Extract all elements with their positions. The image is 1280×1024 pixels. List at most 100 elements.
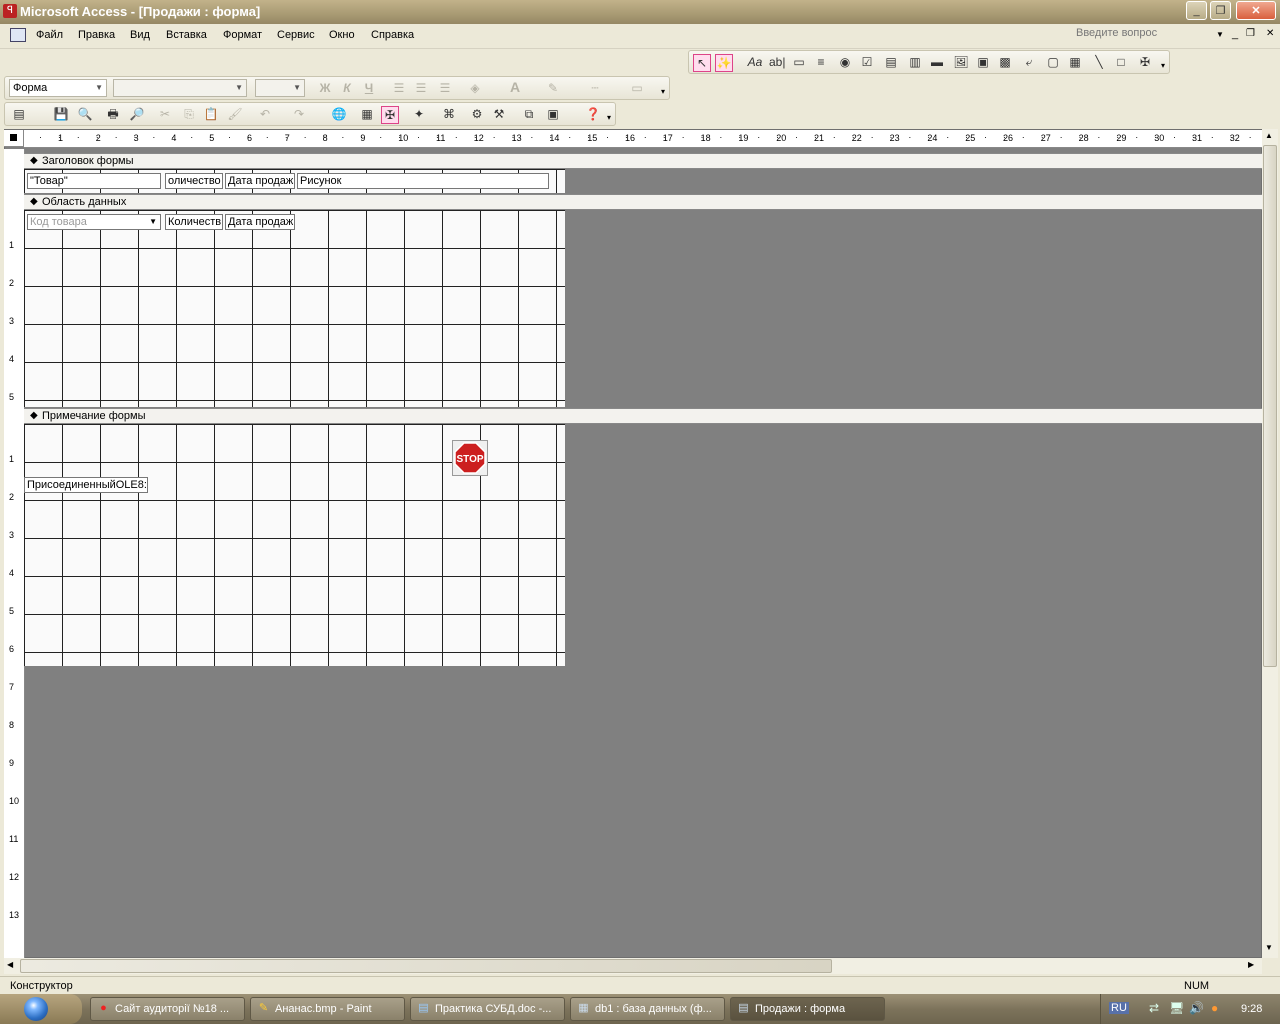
scroll-right-icon[interactable]: ▶ bbox=[1248, 960, 1254, 969]
detail-grid[interactable] bbox=[24, 210, 565, 407]
menu-help[interactable]: Справка bbox=[371, 29, 414, 41]
menu-view[interactable]: Вид bbox=[130, 29, 150, 41]
scroll-down-icon[interactable]: ▼ bbox=[1265, 943, 1273, 952]
help-icon[interactable]: ❓ bbox=[585, 106, 601, 122]
autoformat-icon[interactable]: ✦ bbox=[411, 106, 427, 122]
clock[interactable]: 9:28 bbox=[1241, 1003, 1262, 1015]
scroll-left-icon[interactable]: ◀ bbox=[7, 960, 13, 969]
option-button-icon[interactable]: ◉ bbox=[837, 54, 853, 70]
title-bar[interactable]: ꟼ Microsoft Access - [Продажи : форма] _… bbox=[0, 0, 1280, 24]
ask-dropdown-icon[interactable]: ▼ bbox=[1216, 30, 1224, 39]
print-icon[interactable]: 🖶 bbox=[105, 106, 121, 122]
access-app-icon[interactable]: ꟼ bbox=[3, 4, 17, 18]
volume-icon[interactable]: 🔊 bbox=[1189, 1001, 1204, 1015]
form-window-icon[interactable] bbox=[10, 28, 26, 42]
align-right-icon[interactable]: ☰ bbox=[437, 80, 453, 96]
toolbar-options-icon[interactable]: ▾ bbox=[607, 113, 611, 122]
taskbar-item-form[interactable]: ▤ Продажи : форма bbox=[730, 997, 885, 1021]
option-group-icon[interactable]: ▭ bbox=[791, 54, 807, 70]
redo-icon[interactable]: ↷ bbox=[291, 106, 307, 122]
undo-icon[interactable]: ↶ bbox=[257, 106, 273, 122]
cut-icon[interactable]: ✂ bbox=[157, 106, 173, 122]
menu-file[interactable]: Файл bbox=[36, 29, 63, 41]
section-bar-form-header[interactable]: ◆ Заголовок формы bbox=[24, 153, 1262, 169]
print-preview-icon[interactable]: 🔎 bbox=[129, 106, 145, 122]
sale-date-textbox[interactable]: Дата продаж bbox=[225, 214, 295, 230]
header-label-quantity[interactable]: оличество bbox=[165, 173, 223, 189]
quantity-textbox[interactable]: Количеств bbox=[165, 214, 223, 230]
ask-question-input[interactable]: Введите вопрос bbox=[1076, 27, 1226, 43]
font-size-combo[interactable]: ▼ bbox=[255, 79, 305, 97]
opera-tray-icon[interactable]: ● bbox=[1211, 1001, 1218, 1015]
scroll-up-icon[interactable]: ▲ bbox=[1265, 131, 1273, 140]
subform-icon[interactable]: ▦ bbox=[1067, 54, 1083, 70]
save-icon[interactable]: 💾 bbox=[53, 106, 69, 122]
label-icon[interactable]: Aa bbox=[747, 54, 763, 70]
control-wizards-icon[interactable]: ✨ bbox=[715, 54, 733, 72]
search-icon[interactable]: 🔍 bbox=[77, 106, 93, 122]
combo-box-icon[interactable]: ▤ bbox=[883, 54, 899, 70]
bound-ole-label[interactable]: ПрисоединенныйOLE8: bbox=[24, 477, 148, 493]
doc-restore-button[interactable]: ❐ bbox=[1246, 28, 1255, 39]
rectangle-icon[interactable]: □ bbox=[1113, 54, 1129, 70]
horizontal-scroll-thumb[interactable] bbox=[20, 959, 832, 973]
menu-tools[interactable]: Сервис bbox=[277, 29, 315, 41]
format-painter-icon[interactable]: 🖌 bbox=[227, 106, 243, 122]
horizontal-ruler[interactable]: 1 2 3 4 5 6 7 8 9 10 11 12 13 14 15 16 17 18 19 20 21 22 23 24 2… bbox=[24, 130, 1262, 148]
section-bar-form-footer[interactable]: ◆ Примечание формы bbox=[24, 408, 1262, 424]
header-label-sale-date[interactable]: Дата продажи bbox=[225, 173, 295, 189]
network-icon[interactable]: ⇄ bbox=[1149, 1001, 1159, 1015]
more-controls-icon[interactable]: ✠ bbox=[1137, 54, 1153, 70]
copy-icon[interactable]: ⎘ bbox=[181, 106, 197, 122]
toolbar-options-icon[interactable]: ▾ bbox=[1161, 61, 1165, 70]
tab-control-icon[interactable]: ▢ bbox=[1045, 54, 1061, 70]
taskbar-item-opera[interactable]: ● Сайт аудиторії №18 ... bbox=[90, 997, 245, 1021]
list-box-icon[interactable]: ▥ bbox=[907, 54, 923, 70]
database-window-icon[interactable]: ⧉ bbox=[521, 106, 537, 122]
start-button[interactable] bbox=[0, 994, 82, 1024]
section-bar-detail[interactable]: ◆ Область данных bbox=[24, 194, 1262, 210]
properties-icon[interactable]: ⚙ bbox=[469, 106, 485, 122]
vertical-scrollbar[interactable]: ▲ ▼ bbox=[1262, 129, 1278, 958]
build-icon[interactable]: ⚒ bbox=[491, 106, 507, 122]
hyperlink-icon[interactable]: 🌐 bbox=[331, 106, 347, 122]
view-icon[interactable]: ▤ bbox=[11, 106, 27, 122]
bold-icon[interactable]: Ж bbox=[317, 80, 333, 96]
display-icon[interactable]: 🖥 bbox=[1169, 1001, 1184, 1015]
bound-object-icon[interactable]: ▩ bbox=[997, 54, 1013, 70]
language-indicator[interactable]: RU bbox=[1109, 1002, 1129, 1014]
underline-icon[interactable]: Ч bbox=[361, 80, 377, 96]
menu-window[interactable]: Окно bbox=[329, 29, 355, 41]
textbox-icon[interactable]: ab| bbox=[769, 54, 785, 70]
horizontal-scrollbar[interactable]: ◀ ▶ bbox=[4, 958, 1262, 974]
unbound-object-icon[interactable]: ▣ bbox=[975, 54, 991, 70]
command-button-icon[interactable]: ▬ bbox=[929, 54, 945, 70]
image-icon[interactable]: 🖼 bbox=[953, 54, 969, 70]
header-label-picture[interactable]: Рисунок bbox=[297, 173, 549, 189]
code-icon[interactable]: ⌘ bbox=[441, 106, 457, 122]
line-icon[interactable]: ╲ bbox=[1091, 54, 1107, 70]
new-object-icon[interactable]: ▣ bbox=[545, 106, 561, 122]
align-left-icon[interactable]: ☰ bbox=[391, 80, 407, 96]
form-selector[interactable] bbox=[4, 130, 24, 147]
vertical-scroll-thumb[interactable] bbox=[1263, 145, 1277, 667]
align-center-icon[interactable]: ☰ bbox=[413, 80, 429, 96]
toggle-button-icon[interactable]: ≡ bbox=[813, 54, 829, 70]
object-selector-combo[interactable]: Форма ▼ bbox=[9, 79, 107, 97]
line-color-icon[interactable]: ✎ bbox=[545, 80, 561, 96]
taskbar-item-word[interactable]: ▤ Практика СУБД.doc -... bbox=[410, 997, 565, 1021]
minimize-button[interactable]: _ bbox=[1186, 1, 1207, 20]
select-objects-icon[interactable]: ↖ bbox=[693, 54, 711, 72]
toolbar-options-icon[interactable]: ▾ bbox=[661, 87, 665, 96]
italic-icon[interactable]: К bbox=[339, 80, 355, 96]
product-code-combo[interactable]: Код товара ▼ bbox=[27, 214, 161, 230]
font-color-icon[interactable]: A bbox=[507, 79, 523, 95]
fill-color-icon[interactable]: ◈ bbox=[467, 80, 483, 96]
doc-close-button[interactable]: ✕ bbox=[1266, 28, 1274, 39]
menu-format[interactable]: Формат bbox=[223, 29, 262, 41]
checkbox-icon[interactable]: ☑ bbox=[859, 54, 875, 70]
taskbar-item-database[interactable]: ▦ db1 : база данных (ф... bbox=[570, 997, 725, 1021]
menu-insert[interactable]: Вставка bbox=[166, 29, 207, 41]
field-list-icon[interactable]: ▦ bbox=[359, 106, 375, 122]
special-effect-icon[interactable]: ▭ bbox=[629, 80, 645, 96]
